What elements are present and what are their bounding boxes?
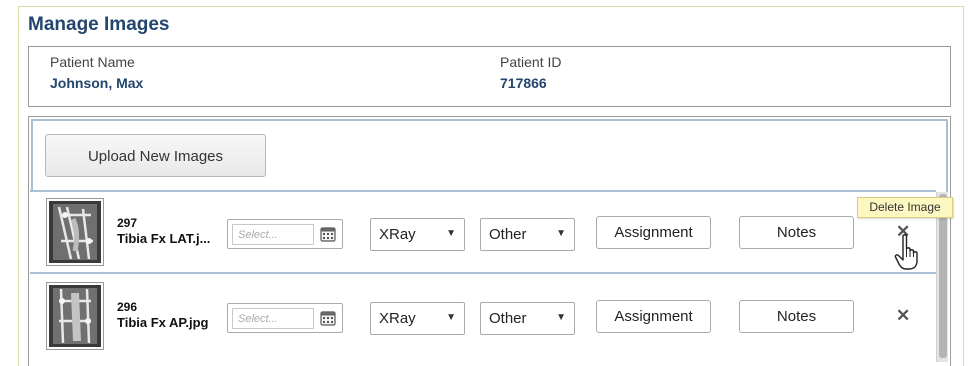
image-row-297: 297 Tibia Fx LAT.j... XRay ▼ Other ▼ Ass… [30,192,936,272]
xray-thumbnail-icon [49,201,101,263]
patient-id-value: 717866 [500,75,547,91]
calendar-icon[interactable] [320,310,336,326]
image-filename: Tibia Fx AP.jpg [117,315,209,330]
page-title: Manage Images [28,14,170,35]
patient-id-label: Patient ID [500,54,562,70]
delete-image-icon[interactable]: ✕ [896,306,910,326]
image-id: 297 [117,216,138,230]
xray-thumbnail-icon [49,285,101,347]
assignment-button[interactable]: Assignment [596,216,711,249]
caret-down-icon: ▼ [446,228,456,239]
image-thumbnail[interactable] [46,282,104,350]
patient-name-value: Johnson, Max [50,75,144,91]
image-type-select[interactable]: XRay ▼ [370,302,465,335]
delete-image-tooltip: Delete Image [857,197,953,218]
hand-pointer-cursor-icon [894,234,918,270]
notes-button[interactable]: Notes [739,300,854,333]
scrollbar-thumb[interactable] [939,194,947,358]
image-type-value: XRay [379,310,416,327]
caret-down-icon: ▼ [556,312,566,323]
row-divider [30,272,936,274]
date-input[interactable] [232,224,314,245]
image-type-select[interactable]: XRay ▼ [370,218,465,251]
image-category-value: Other [489,226,527,243]
patient-info-box: Patient Name Johnson, Max Patient ID 717… [28,46,951,107]
image-filename: Tibia Fx LAT.j... [117,231,211,246]
image-category-select[interactable]: Other ▼ [480,302,575,335]
caret-down-icon: ▼ [556,228,566,239]
patient-name-label: Patient Name [50,54,135,70]
date-picker [227,303,343,333]
notes-button[interactable]: Notes [739,216,854,249]
image-thumbnail[interactable] [46,198,104,266]
date-input[interactable] [232,308,314,329]
calendar-icon[interactable] [320,226,336,242]
date-picker [227,219,343,249]
image-category-select[interactable]: Other ▼ [480,218,575,251]
image-type-value: XRay [379,226,416,243]
assignment-button[interactable]: Assignment [596,300,711,333]
caret-down-icon: ▼ [446,312,456,323]
upload-new-images-button[interactable]: Upload New Images [45,134,266,177]
image-id: 296 [117,300,138,314]
image-category-value: Other [489,310,527,327]
image-row-296: 296 Tibia Fx AP.jpg XRay ▼ Other ▼ Assig… [30,276,936,356]
